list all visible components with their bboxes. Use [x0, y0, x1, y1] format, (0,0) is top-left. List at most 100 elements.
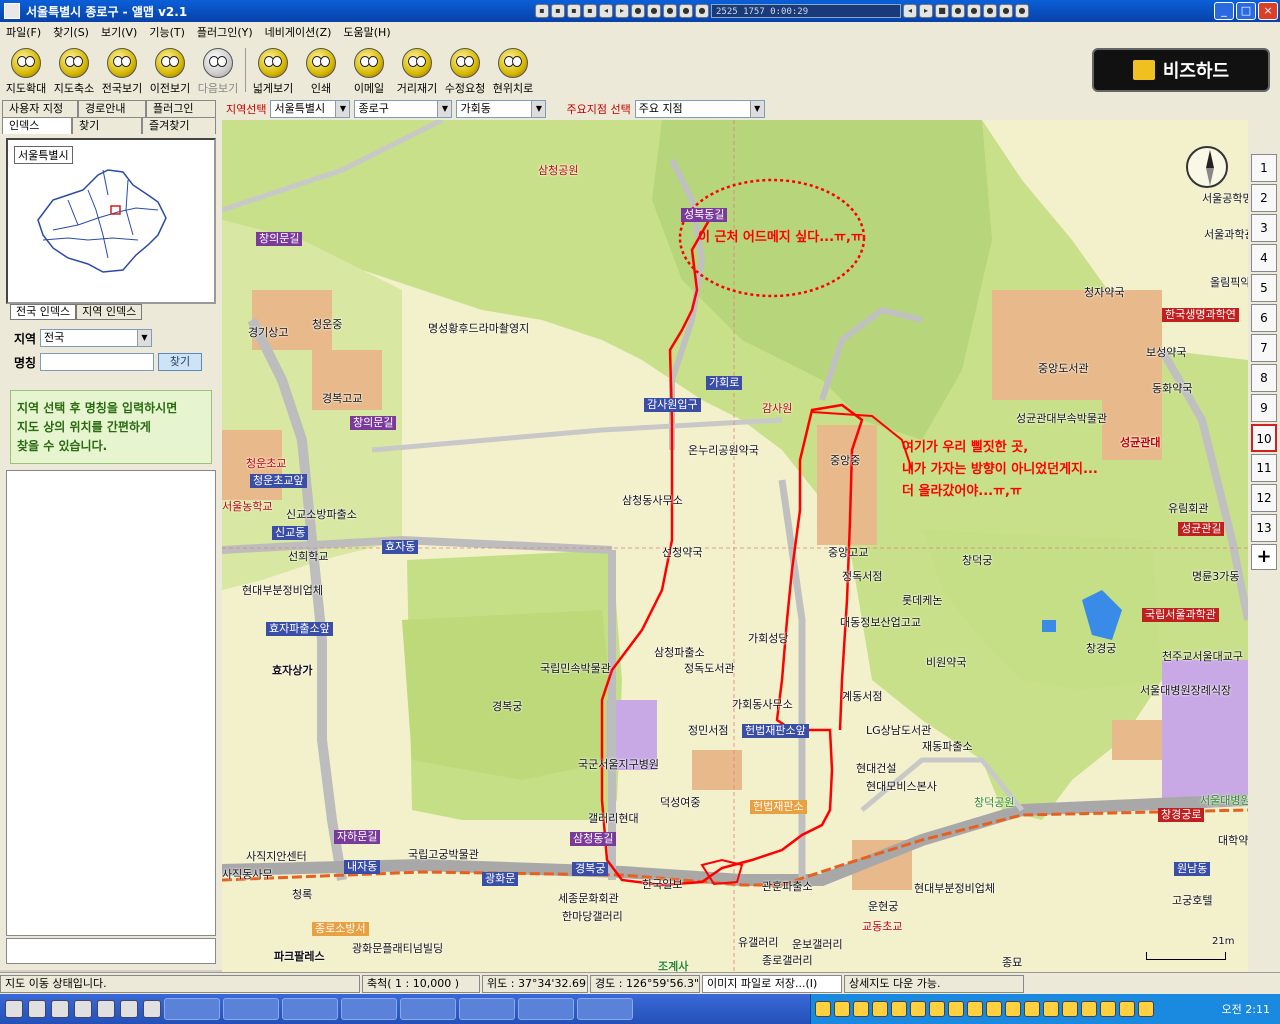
map-label-deokseong[interactable]: 덕성여중: [660, 794, 700, 810]
next-view-button[interactable]: 다음보기: [194, 44, 242, 98]
zoom-level-5[interactable]: 5: [1251, 274, 1277, 302]
map-label-gamsawon[interactable]: 감사원: [762, 400, 792, 416]
map-label-sungkyun-museum[interactable]: 성균관대부속박물관: [1016, 410, 1107, 426]
taskbar-task[interactable]: [164, 998, 220, 1020]
tray-icon[interactable]: [834, 1001, 850, 1017]
player-button[interactable]: ▸: [615, 4, 629, 18]
player-button[interactable]: ▪: [551, 4, 565, 18]
player-button[interactable]: ●: [663, 4, 677, 18]
map-label-cheongun-es[interactable]: 청운초교: [246, 455, 286, 471]
menu-plugin[interactable]: 플러그인(Y): [191, 24, 259, 40]
map-label-changgyeong[interactable]: 창경궁: [1086, 640, 1116, 656]
zoom-level-7[interactable]: 7: [1251, 334, 1277, 362]
map-label-jungang-ms[interactable]: 중앙중: [830, 452, 860, 468]
tray-icon[interactable]: [1043, 1001, 1059, 1017]
tray-icon[interactable]: [1119, 1001, 1135, 1017]
map-label-jungang-lib[interactable]: 중앙도서관: [1038, 360, 1089, 376]
zoom-out-button[interactable]: 지도축소: [50, 44, 98, 98]
zoom-plus-button[interactable]: +: [1251, 544, 1277, 570]
minimize-button[interactable]: _: [1214, 2, 1234, 20]
map-label-samcheong-office[interactable]: 삼청동사무소: [622, 492, 683, 508]
map-label-roddekene[interactable]: 롯데케논: [902, 592, 942, 608]
menu-file[interactable]: 파일(F): [0, 24, 47, 40]
city-select[interactable]: 서울특별시 ▼: [270, 100, 351, 118]
minimap[interactable]: 서울특별시: [6, 138, 216, 304]
taskbar-task[interactable]: [282, 998, 338, 1020]
quicklaunch-icon[interactable]: [143, 1000, 161, 1018]
tray-icon[interactable]: [948, 1001, 964, 1017]
map-label-olim[interactable]: 올림픽약국: [1210, 274, 1248, 290]
tab-route-guide[interactable]: 경로안내: [78, 100, 146, 117]
save-image-button[interactable]: 이미지 파일로 저장...(I): [702, 974, 842, 993]
tray-icon[interactable]: [1005, 1001, 1021, 1017]
player-play-button[interactable]: ▸: [919, 4, 933, 18]
map-label-gwanhun-fire[interactable]: 관훈파출소: [762, 878, 813, 894]
map-label-jongno-gallery[interactable]: 종로갤러리: [762, 952, 813, 968]
player-stop-button[interactable]: ■: [935, 4, 949, 18]
tray-icon[interactable]: [1100, 1001, 1116, 1017]
map-label-seoul-univ-hosp[interactable]: 서울대병원: [1200, 792, 1248, 808]
map-label-gahoe-office[interactable]: 가회동사무소: [732, 696, 793, 712]
map-label-ubo[interactable]: 운보갤러리: [792, 936, 843, 952]
map-label-cheongja[interactable]: 청자약국: [1084, 284, 1124, 300]
tray-icon[interactable]: [967, 1001, 983, 1017]
tray-icon[interactable]: [815, 1001, 831, 1017]
taskbar-task[interactable]: [459, 998, 515, 1020]
map-label-gyedong[interactable]: 계동서점: [842, 688, 882, 704]
quicklaunch-icon[interactable]: [97, 1000, 115, 1018]
player-button[interactable]: ▪: [567, 4, 581, 18]
map-label-myeongseong[interactable]: 명성황후드라마촬영지: [428, 320, 529, 336]
map-label-jongmyo[interactable]: 종묘: [1002, 954, 1022, 970]
map-badge-jaha[interactable]: 자하문길: [334, 830, 381, 844]
email-button[interactable]: 이메일: [345, 44, 393, 98]
map-label-gyeongbokgung[interactable]: 경복궁: [492, 698, 522, 714]
tray-icon[interactable]: [1081, 1001, 1097, 1017]
zoom-level-6[interactable]: 6: [1251, 304, 1277, 332]
national-view-button[interactable]: 전국보기: [98, 44, 146, 98]
map-badge-jongno-fire[interactable]: 종로소방서: [312, 922, 369, 936]
map-label-folk[interactable]: 국립고궁박물관: [408, 846, 479, 862]
player-button[interactable]: ●: [967, 4, 981, 18]
player-button[interactable]: ●: [631, 4, 645, 18]
map-label-gogung[interactable]: 고궁호텔: [1172, 892, 1212, 908]
map-label-samcheong-park[interactable]: 삼청공원: [538, 162, 578, 178]
taskbar-task[interactable]: [518, 998, 574, 1020]
map-badge-hyoja-office[interactable]: 효자파출소앞: [266, 622, 333, 636]
map-label-daehak[interactable]: 대학약국: [1218, 832, 1248, 848]
map-label-dongwha[interactable]: 동화약국: [1152, 380, 1192, 396]
close-button[interactable]: ×: [1258, 2, 1278, 20]
map-label-daedong[interactable]: 대동정보산업고교: [840, 614, 921, 630]
zoom-level-4[interactable]: 4: [1251, 244, 1277, 272]
map-label-jeongdok-lib[interactable]: 정독도서관: [684, 660, 735, 676]
name-input[interactable]: [40, 353, 154, 371]
map-badge-korea-life[interactable]: 한국생명과학연: [1162, 308, 1239, 322]
map-badge-hyoja[interactable]: 효자동: [382, 540, 419, 554]
tab-index[interactable]: 인덱스: [2, 117, 72, 134]
player-button[interactable]: ◂: [599, 4, 613, 18]
map-label-gwanghwa-platinum[interactable]: 광화문플래티넘빌딩: [352, 940, 443, 956]
map-label-seonhui[interactable]: 선희학교: [288, 548, 328, 564]
tray-icon[interactable]: [1024, 1001, 1040, 1017]
zoom-level-3[interactable]: 3: [1251, 214, 1277, 242]
current-location-button[interactable]: 현위치로: [489, 44, 537, 98]
map-label-sejong[interactable]: 세종문화회관: [558, 890, 619, 906]
map-badge-hunbeop[interactable]: 헌법재판소: [750, 800, 807, 814]
map-label-jaedong[interactable]: 재동파출소: [922, 738, 973, 754]
tab-plugin[interactable]: 플러그인: [146, 100, 216, 117]
map-badge-seongbuk[interactable]: 성북동길: [681, 208, 728, 222]
zoom-level-12[interactable]: 12: [1251, 484, 1277, 512]
tab-favorites[interactable]: 즐겨찾기: [142, 117, 216, 134]
zoom-level-10[interactable]: 10: [1251, 424, 1277, 452]
map-badge-changuimun[interactable]: 창의문길: [256, 232, 303, 246]
zoom-level-11[interactable]: 11: [1251, 454, 1277, 482]
taskbar-clock[interactable]: 오전 2:11: [1222, 1001, 1270, 1017]
map-label-hospital[interactable]: 국군서울지구병원: [578, 756, 659, 772]
map-label-hyundai-mobis[interactable]: 현대모비스본사: [866, 778, 937, 794]
zoom-level-1[interactable]: 1: [1251, 154, 1277, 182]
tab-user-defined[interactable]: 사용자 지정: [2, 100, 78, 117]
map-label-myeongnyun[interactable]: 명륜3가동: [1192, 568, 1239, 584]
map-label-hyoja-mall[interactable]: 효자상가: [272, 662, 312, 678]
map-label-seoul-sci[interactable]: 서울공학명류: [1202, 190, 1248, 206]
map-label-jonggye[interactable]: 조계사: [658, 958, 688, 972]
wide-view-button[interactable]: 넓게보기: [249, 44, 297, 98]
